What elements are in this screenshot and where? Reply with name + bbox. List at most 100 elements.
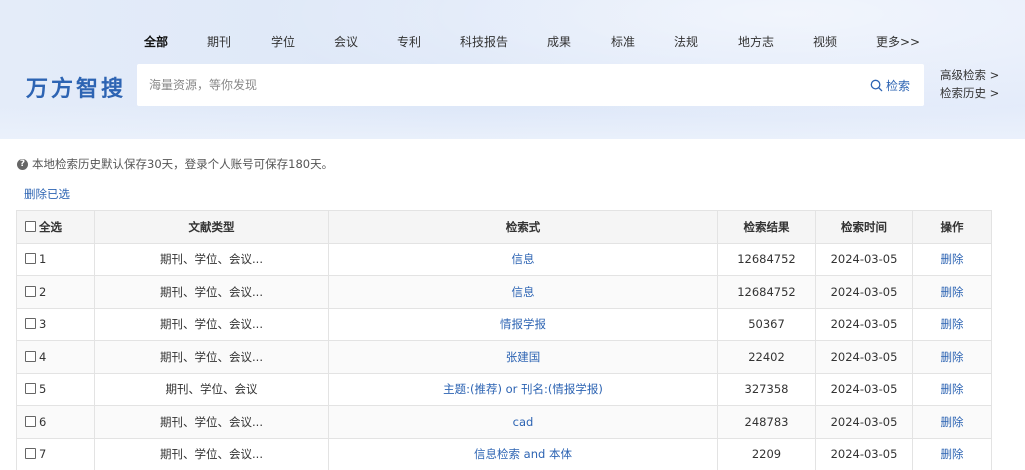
search-button-label: 检索 (885, 78, 910, 93)
row-query-cell: 信息 (328, 242, 718, 276)
row-checkbox[interactable] (25, 318, 36, 330)
row-delete-button[interactable]: 删除 (941, 317, 964, 331)
row-checkbox[interactable] (25, 448, 36, 460)
column-header-type: 文献类型 (94, 210, 329, 244)
row-type: 期刊、学位、会议... (94, 242, 329, 276)
tab-degree[interactable]: 学位 (271, 33, 295, 50)
row-time: 2024-03-05 (815, 372, 913, 406)
row-index: 5 (39, 382, 47, 397)
row-checkbox[interactable] (25, 253, 36, 265)
tab-video[interactable]: 视频 (813, 33, 837, 50)
column-header-time: 检索时间 (815, 210, 913, 244)
tab-achievement[interactable]: 成果 (547, 33, 571, 50)
row-checkbox[interactable] (25, 350, 36, 362)
row-query-link[interactable]: 信息 (512, 252, 535, 266)
row-time: 2024-03-05 (815, 275, 913, 309)
row-index: 6 (39, 414, 47, 429)
row-checkbox[interactable] (25, 383, 36, 395)
tab-tech-report[interactable]: 科技报告 (460, 33, 508, 50)
tab-standard[interactable]: 标准 (611, 33, 635, 50)
tab-all[interactable]: 全部 (144, 33, 168, 50)
row-time: 2024-03-05 (815, 340, 913, 374)
table-row: 1 期刊、学位、会议... 信息 12684752 2024-03-05 删除 (16, 242, 992, 276)
select-all-checkbox[interactable] (25, 220, 36, 232)
row-select-cell: 6 (16, 405, 95, 439)
row-results: 12684752 (717, 275, 816, 309)
row-delete-button[interactable]: 删除 (941, 382, 964, 396)
row-results: 50367 (717, 307, 816, 341)
tab-patent[interactable]: 专利 (397, 33, 421, 50)
row-action-cell: 删除 (912, 340, 992, 374)
row-action-cell: 删除 (912, 307, 992, 341)
row-time: 2024-03-05 (815, 437, 913, 470)
row-delete-button[interactable]: 删除 (941, 350, 964, 364)
row-query-cell: 信息 (328, 275, 718, 309)
row-query-link[interactable]: 主题:(推荐) or 刊名:(情报学报) (443, 382, 603, 396)
row-query-link[interactable]: 情报学报 (500, 317, 546, 331)
row-select-cell: 3 (16, 307, 95, 341)
row-time: 2024-03-05 (815, 242, 913, 276)
advanced-search-link[interactable]: 高级检索 > (940, 66, 999, 84)
select-all-cell: 全选 (16, 210, 95, 244)
tab-conference[interactable]: 会议 (334, 33, 358, 50)
row-query-cell: 张建国 (328, 340, 718, 374)
tab-regulation[interactable]: 法规 (674, 33, 698, 50)
row-time: 2024-03-05 (815, 405, 913, 439)
row-index: 1 (39, 252, 47, 267)
row-type: 期刊、学位、会议... (94, 405, 329, 439)
row-type: 期刊、学位、会议... (94, 307, 329, 341)
table-header-row: 全选 文献类型 检索式 检索结果 检索时间 操作 (16, 210, 992, 244)
column-header-action: 操作 (912, 210, 992, 244)
table-row: 3 期刊、学位、会议... 情报学报 50367 2024-03-05 删除 (16, 307, 992, 341)
row-action-cell: 删除 (912, 275, 992, 309)
wanfang-logo[interactable]: 万方智搜 (26, 71, 126, 103)
tab-local-chronicle[interactable]: 地方志 (738, 33, 774, 50)
row-action-cell: 删除 (912, 437, 992, 470)
row-select-cell: 4 (16, 340, 95, 374)
row-time: 2024-03-05 (815, 307, 913, 341)
row-query-link[interactable]: 信息 (512, 285, 535, 299)
row-select-cell: 5 (16, 372, 95, 406)
search-button[interactable]: 检索 (870, 76, 910, 94)
row-query-cell: 主题:(推荐) or 刊名:(情报学报) (328, 372, 718, 406)
table-row: 6 期刊、学位、会议... cad 248783 2024-03-05 删除 (16, 405, 992, 439)
row-results: 327358 (717, 372, 816, 406)
row-query-link[interactable]: 信息检索 and 本体 (474, 447, 572, 461)
search-input[interactable] (149, 74, 839, 96)
row-query-cell: 情报学报 (328, 307, 718, 341)
table-row: 4 期刊、学位、会议... 张建国 22402 2024-03-05 删除 (16, 340, 992, 374)
row-action-cell: 删除 (912, 242, 992, 276)
tab-journal[interactable]: 期刊 (207, 33, 231, 50)
row-query-link[interactable]: cad (513, 415, 534, 429)
search-icon (870, 79, 883, 91)
row-index: 4 (39, 349, 47, 364)
row-select-cell: 2 (16, 275, 95, 309)
row-index: 2 (39, 284, 47, 299)
row-results: 12684752 (717, 242, 816, 276)
row-delete-button[interactable]: 删除 (941, 415, 964, 429)
row-type: 期刊、学位、会议... (94, 437, 329, 470)
row-delete-button[interactable]: 删除 (941, 252, 964, 266)
search-header: 全部 期刊 学位 会议 专利 科技报告 成果 标准 法规 地方志 视频 更多>>… (0, 0, 1025, 139)
table-row: 2 期刊、学位、会议... 信息 12684752 2024-03-05 删除 (16, 275, 992, 309)
row-delete-button[interactable]: 删除 (941, 285, 964, 299)
row-checkbox[interactable] (25, 285, 36, 297)
row-type: 期刊、学位、会议... (94, 275, 329, 309)
row-checkbox[interactable] (25, 415, 36, 427)
row-query-cell: 信息检索 and 本体 (328, 437, 718, 470)
row-index: 7 (39, 447, 47, 462)
row-query-link[interactable]: 张建国 (506, 350, 541, 364)
row-results: 2209 (717, 437, 816, 470)
tab-more[interactable]: 更多>> (876, 33, 920, 50)
row-index: 3 (39, 317, 47, 332)
row-delete-button[interactable]: 删除 (941, 447, 964, 461)
row-results: 248783 (717, 405, 816, 439)
search-history-link[interactable]: 检索历史 > (940, 84, 999, 102)
row-query-cell: cad (328, 405, 718, 439)
help-icon: ? (17, 158, 28, 170)
row-action-cell: 删除 (912, 372, 992, 406)
side-links: 高级检索 > 检索历史 > (940, 66, 999, 102)
delete-selected-button[interactable]: 删除已选 (24, 186, 70, 202)
table-row: 5 期刊、学位、会议 主题:(推荐) or 刊名:(情报学报) 327358 2… (16, 372, 992, 406)
retention-notice: ? 本地检索历史默认保存30天，登录个人账号可保存180天。 (17, 156, 333, 172)
